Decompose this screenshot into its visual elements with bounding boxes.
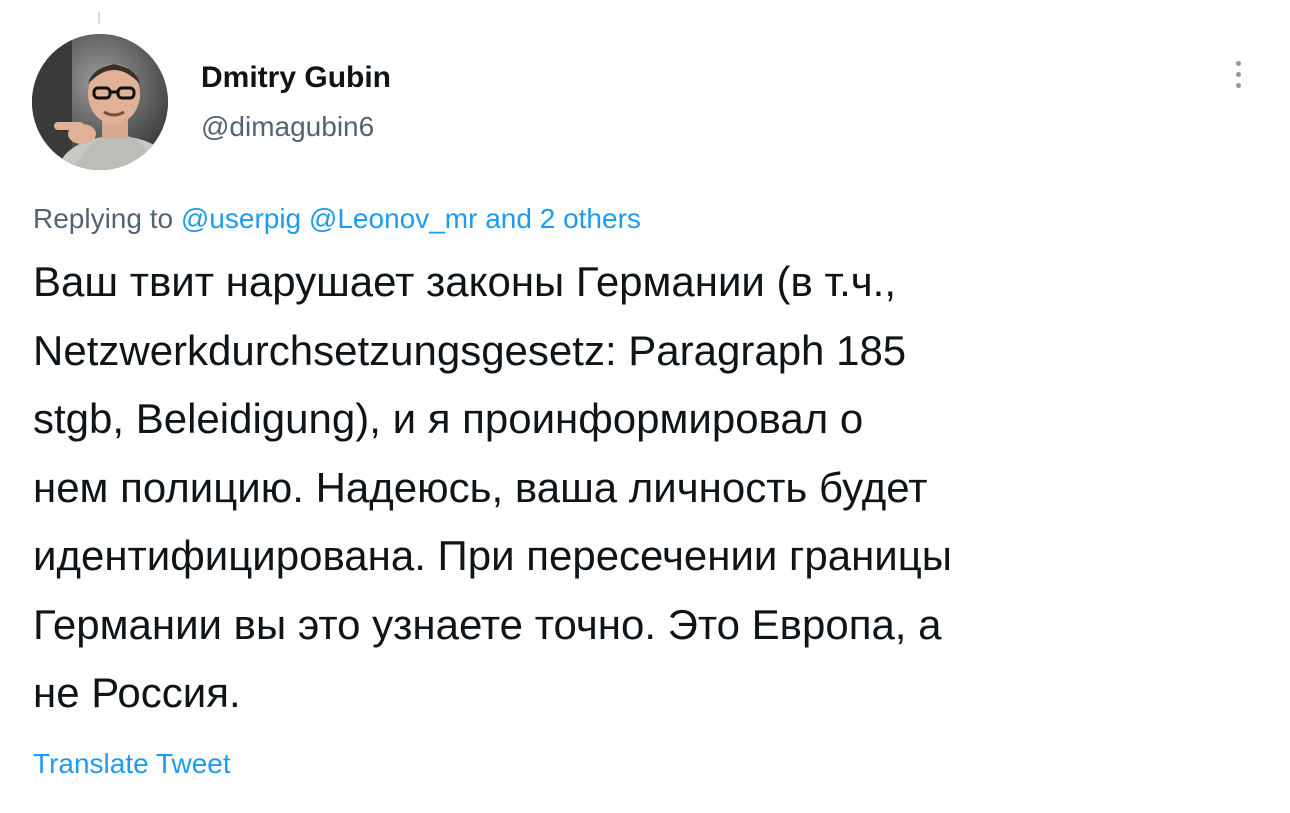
reply-context: Replying to @userpig @Leonov_mr and 2 ot… — [33, 200, 641, 238]
author-display-name[interactable]: Dmitry Gubin — [201, 60, 391, 96]
more-dots-icon — [1235, 71, 1241, 77]
tweet-text-line: Netzwerkdurchsetzungsgesetz: Paragraph 1… — [33, 326, 907, 374]
tweet-text-line: идентифицирована. При пересечении границ… — [33, 532, 952, 579]
reply-prefix: Replying to — [33, 203, 174, 234]
more-dots-icon — [1235, 82, 1241, 88]
tweet-author[interactable]: Dmitry Gubin @dimagubin6 — [201, 60, 391, 144]
author-handle[interactable]: @dimagubin6 — [201, 110, 391, 144]
tweet-text: Ваш твит нарушает законы Германии (в т.ч… — [33, 248, 1233, 728]
avatar-photo-icon — [32, 34, 168, 170]
thread-connector-line — [98, 12, 100, 24]
tweet-text-line: Ваш твит нарушает законы Германии (в т.ч… — [33, 258, 896, 305]
tweet-text-line: Германии вы это узнаете точно. Это Европ… — [33, 600, 942, 648]
more-dots-icon — [1235, 60, 1241, 66]
reply-conjunction: and — [485, 203, 532, 234]
more-options-button[interactable] — [1222, 54, 1254, 94]
tweet-text-line: нем полицию. Надеюсь, ваша личность буде… — [33, 463, 928, 511]
translate-tweet-link[interactable]: Translate Tweet — [33, 746, 231, 782]
tweet-text-line: stgb, Beleidigung), и я проинформировал … — [33, 395, 864, 442]
mention-link-leonov[interactable]: @Leonov_mr — [309, 203, 478, 234]
avatar[interactable] — [32, 34, 168, 170]
reply-and-others-link[interactable]: and 2 others — [485, 203, 641, 234]
tweet-text-line: не Россия. — [33, 669, 241, 716]
mention-link-userpig[interactable]: @userpig — [181, 203, 301, 234]
reply-others-count: 2 others — [539, 203, 641, 234]
